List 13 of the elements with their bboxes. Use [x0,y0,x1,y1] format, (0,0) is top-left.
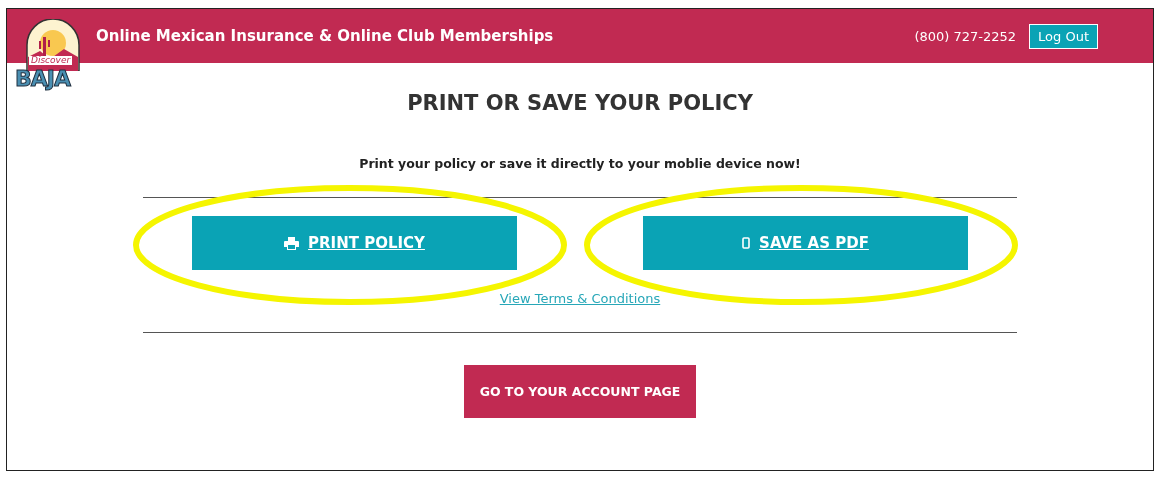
printer-icon [284,236,300,250]
print-button[interactable]: PRINT POLICY [192,216,517,270]
instructions-text: Print your policy or save it directly to your moblie device now! [359,156,801,171]
logo-wordmark: BAJA [15,68,70,90]
page-heading: PRINT OR SAVE YOUR POLICY [407,91,753,115]
phone-icon [742,237,751,249]
logout-button[interactable]: Log Out [1029,23,1098,49]
site-title: Online Mexican Insurance & Online Club Memberships [96,27,555,45]
terms-link[interactable]: View Terms & Conditions [499,291,661,306]
save-pdf-button[interactable]: SAVE AS PDF [643,216,968,270]
account-page-button[interactable]: GO TO YOUR ACCOUNT PAGE [464,365,696,418]
phone-number: (800) 727-2252 [914,28,1017,44]
logo-script: Discover [29,56,73,65]
